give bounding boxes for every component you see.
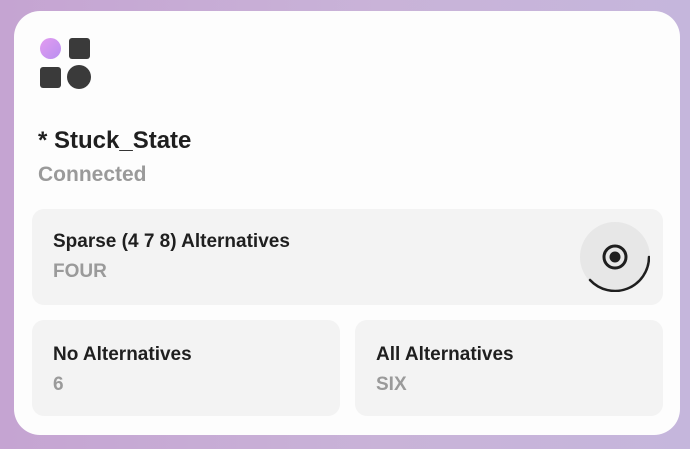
control-label: No Alternatives xyxy=(53,344,192,365)
connection-status: Connected xyxy=(38,163,147,186)
square-shape xyxy=(69,38,90,59)
gradient-circle-shape xyxy=(40,38,61,59)
control-value: 6 xyxy=(53,374,64,395)
circle-shape xyxy=(67,65,91,89)
device-title: * Stuck_State xyxy=(38,127,192,154)
control-label: All Alternatives xyxy=(376,344,514,365)
control-label: Sparse (4 7 8) Alternatives xyxy=(53,231,290,252)
control-tile-no-alternatives[interactable]: No Alternatives 6 xyxy=(32,320,340,416)
device-card: * Stuck_State Connected Sparse (4 7 8) A… xyxy=(14,11,680,435)
control-value: FOUR xyxy=(53,261,107,282)
square-shape xyxy=(40,67,61,88)
control-value: SIX xyxy=(376,374,407,395)
control-tile-sparse-alternatives[interactable]: Sparse (4 7 8) Alternatives FOUR xyxy=(32,209,663,305)
control-tile-all-alternatives[interactable]: All Alternatives SIX xyxy=(355,320,663,416)
radio-target-icon xyxy=(588,244,650,292)
shapes-icon xyxy=(40,38,92,90)
selector-button[interactable] xyxy=(580,222,650,292)
